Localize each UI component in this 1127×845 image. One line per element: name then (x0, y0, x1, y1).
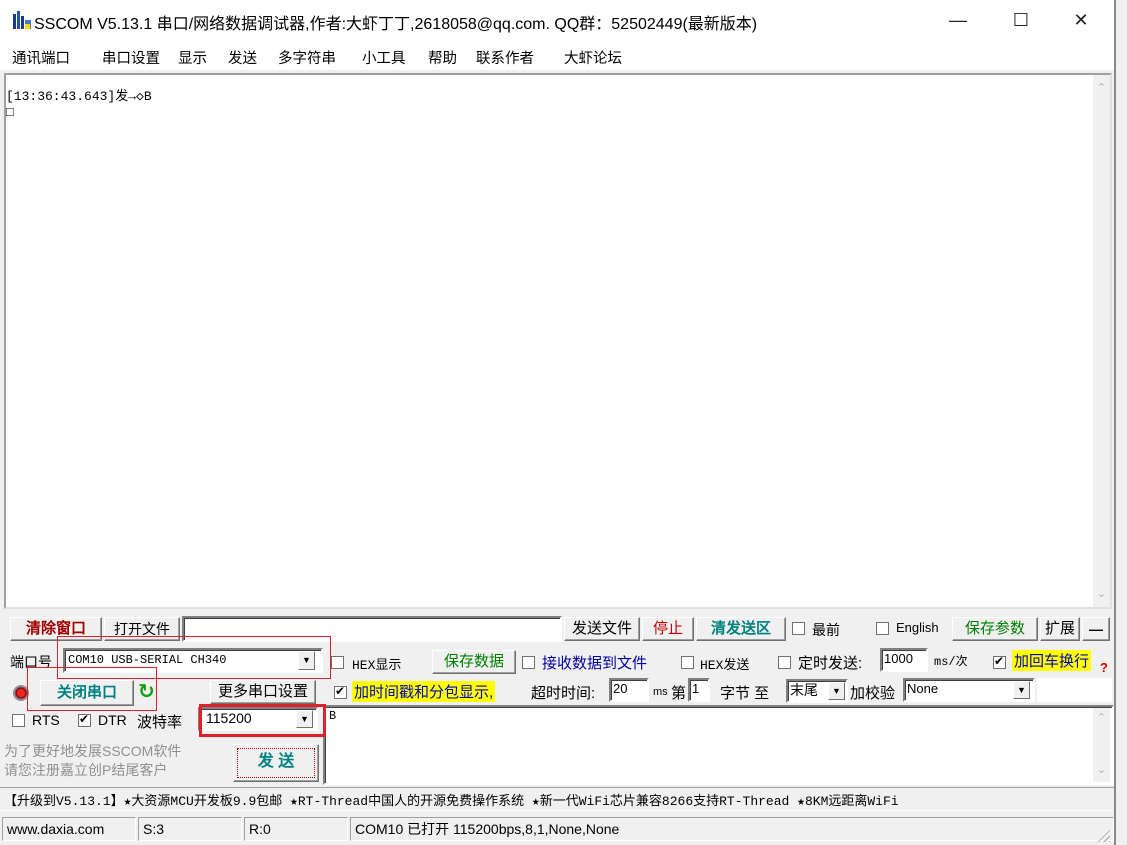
rts-label: RTS (32, 712, 60, 728)
send-button[interactable]: 发 送 (233, 744, 319, 782)
menu-serial-settings[interactable]: 串口设置 (102, 47, 160, 68)
byte-index-input[interactable]: 1 (688, 678, 710, 702)
menu-multi-string[interactable]: 多字符串 (278, 47, 336, 68)
menu-contact-author[interactable]: 联系作者 (476, 47, 534, 68)
receive-line: [13:36:43.643]发→◇B (6, 89, 152, 104)
hex-display-label: HEX显示 (352, 658, 402, 673)
dtr-label: DTR (98, 712, 127, 728)
byte-prefix: 第 (671, 685, 687, 702)
maximize-button[interactable]: ☐ (998, 0, 1044, 40)
menu-send[interactable]: 发送 (228, 47, 257, 68)
checksum-value: None (907, 681, 939, 696)
status-sent-count: S:3 (138, 817, 242, 841)
timed-send-checkbox[interactable] (778, 656, 791, 669)
send-text: B (329, 709, 337, 723)
interval-input[interactable]: 1000 (880, 648, 928, 672)
expand-button[interactable]: 扩展 (1040, 617, 1080, 641)
scroll-up-icon[interactable]: ⌃ (1093, 80, 1110, 97)
window-border (1114, 0, 1116, 845)
checksum-dropdown-arrow-icon[interactable]: ▼ (1013, 681, 1030, 699)
hex-send-checkbox[interactable] (681, 656, 694, 669)
receive-line: □ (6, 105, 14, 120)
end-dropdown-arrow-icon[interactable]: ▼ (828, 682, 845, 700)
clear-send-button[interactable]: 清发送区 (696, 617, 786, 641)
status-port-info: COM10 已打开 115200bps,8,1,None,None (350, 817, 1114, 841)
status-received-count: R:0 (244, 817, 348, 841)
dtr-checkbox[interactable] (78, 712, 91, 727)
menu-tools[interactable]: 小工具 (362, 47, 406, 68)
promo-line-2[interactable]: 请您注册嘉立创P结尾客户 (4, 760, 167, 780)
scroll-down-icon[interactable]: ⌄ (1093, 586, 1110, 603)
annotation-baud-box (199, 704, 326, 737)
send-scroll-down-icon[interactable]: ⌄ (1093, 762, 1110, 779)
byte-suffix: 字节 至 (720, 685, 770, 702)
add-crlf-checkbox[interactable] (993, 654, 1006, 669)
end-value: 末尾 (790, 682, 818, 698)
help-icon[interactable]: ? (1100, 660, 1108, 675)
minimize-button[interactable]: — (935, 0, 981, 40)
hex-send-label: HEX发送 (700, 658, 750, 673)
english-checkbox[interactable] (876, 622, 889, 635)
save-params-button[interactable]: 保存参数 (952, 617, 1038, 641)
collapse-button[interactable]: — (1082, 617, 1110, 641)
annotation-close-port-box (27, 667, 157, 711)
topmost-checkbox[interactable] (792, 622, 805, 635)
recv-to-file-checkbox[interactable] (522, 656, 535, 669)
promo-line-1[interactable]: 为了更好地发展SSCOM软件 (4, 741, 181, 761)
add-crlf-label: 加回车换行 (1012, 650, 1092, 671)
status-website[interactable]: www.daxia.com (2, 817, 136, 841)
stop-button[interactable]: 停止 (642, 617, 694, 641)
app-icon (12, 10, 34, 30)
checksum-label: 加校验 (850, 685, 896, 702)
receive-scrollbar[interactable] (1093, 75, 1110, 607)
timeout-input[interactable]: 20 (609, 678, 649, 702)
menu-bar (0, 40, 1114, 70)
menu-display[interactable]: 显示 (178, 47, 207, 68)
menu-help[interactable]: 帮助 (428, 47, 457, 68)
interval-unit: ms/次 (934, 655, 968, 669)
timeout-unit: ms (653, 686, 668, 698)
more-settings-button[interactable]: 更多串口设置 (210, 680, 316, 704)
checksum-result-field (1037, 678, 1112, 702)
send-file-button[interactable]: 发送文件 (564, 617, 640, 641)
english-label: English (896, 620, 939, 635)
news-ticker-text[interactable]: 【升级到V5.13.1】★大资源MCU开发板9.9包邮 ★RT-Thread中国… (4, 790, 1112, 809)
hex-display-checkbox[interactable] (331, 656, 344, 669)
baud-label: 波特率 (137, 714, 183, 731)
timed-send-label: 定时发送: (798, 655, 863, 672)
receive-area[interactable] (4, 73, 1112, 609)
topmost-label: 最前 (812, 622, 840, 638)
timestamp-checkbox[interactable] (334, 684, 347, 699)
menu-comm-port[interactable]: 通讯端口 (12, 47, 70, 68)
save-data-button[interactable]: 保存数据 (432, 650, 516, 674)
recv-to-file-label[interactable]: 接收数据到文件 (542, 652, 647, 673)
menu-forum[interactable]: 大虾论坛 (564, 47, 622, 68)
send-input[interactable]: B (323, 705, 1114, 785)
rts-checkbox[interactable] (12, 714, 25, 727)
close-button[interactable]: ✕ (1058, 0, 1104, 40)
timestamp-label: 加时间戳和分包显示, (352, 681, 496, 702)
window-title: SSCOM V5.13.1 串口/网络数据调试器,作者:大虾丁丁,2618058… (34, 16, 758, 33)
send-scroll-up-icon[interactable]: ⌃ (1093, 710, 1110, 727)
timeout-label: 超时时间: (531, 685, 596, 702)
